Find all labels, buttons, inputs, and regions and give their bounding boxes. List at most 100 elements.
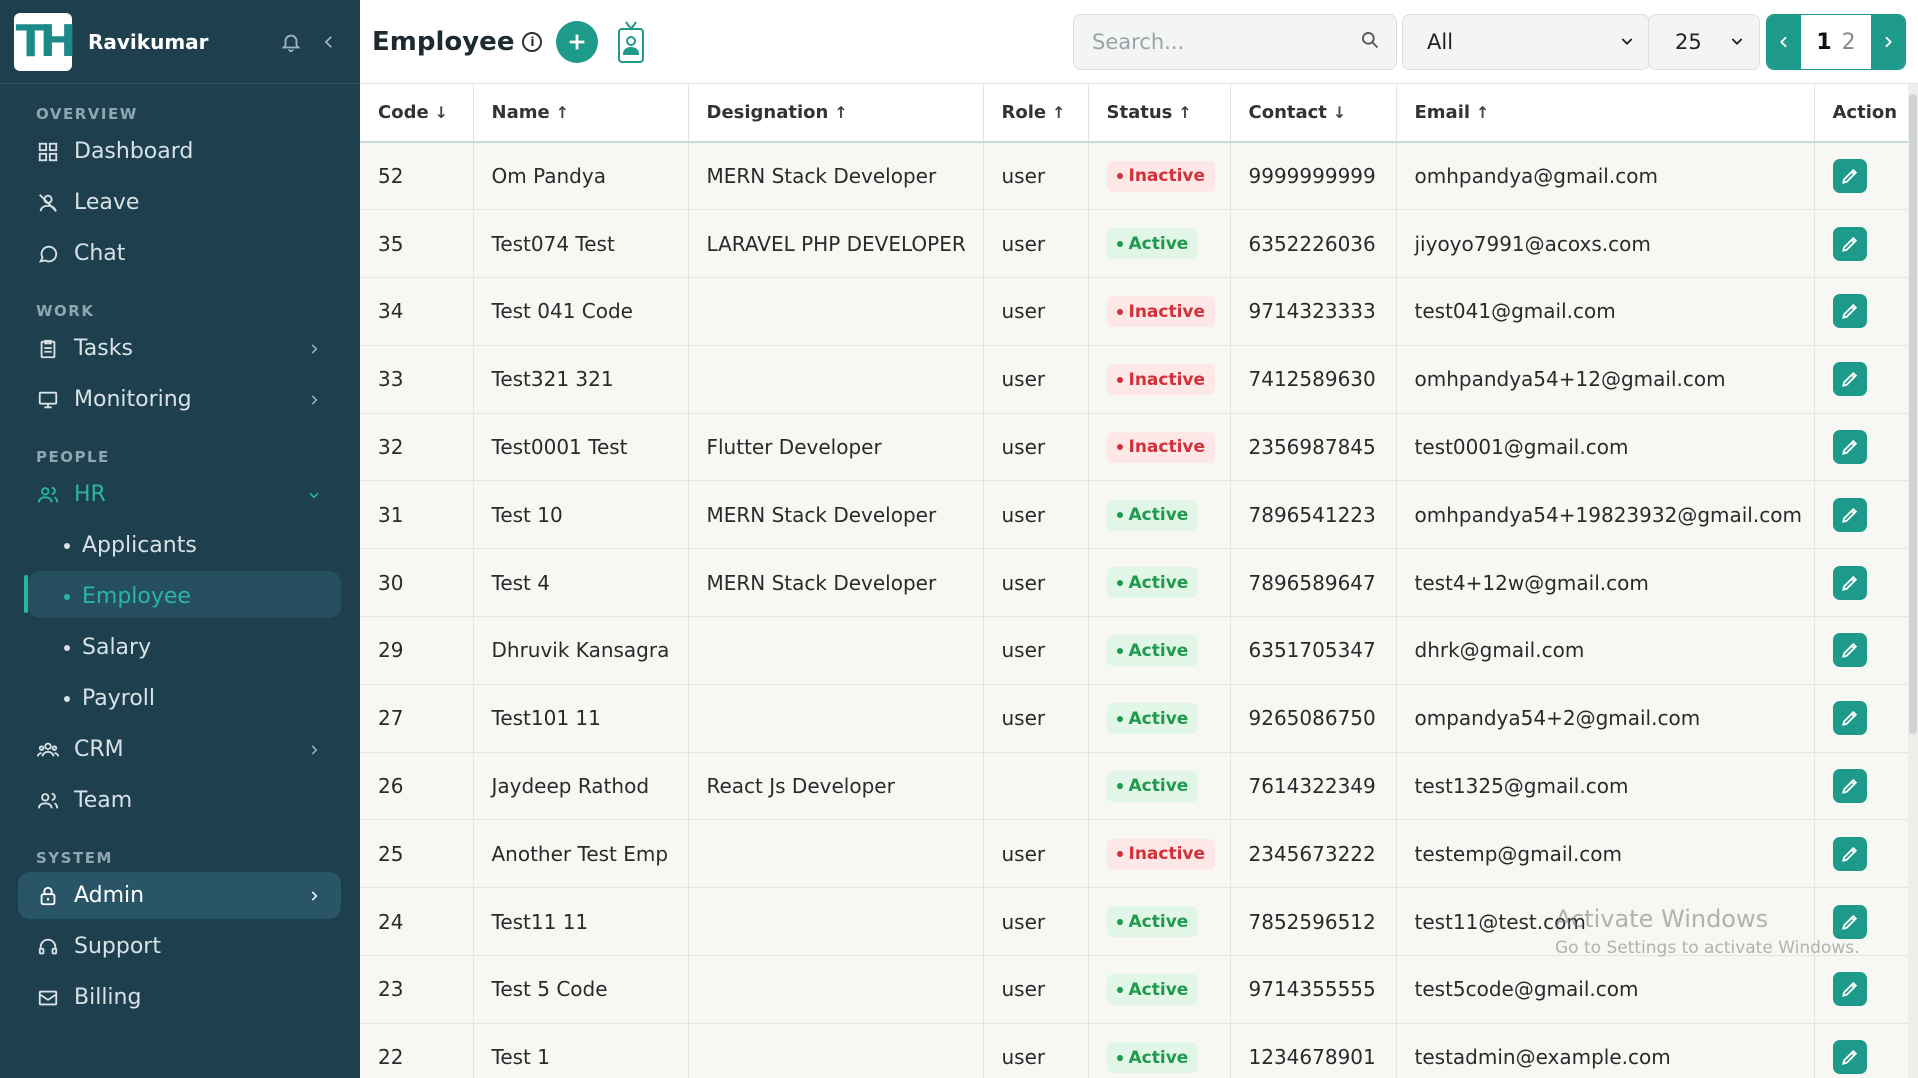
table-row[interactable]: 27 Test101 11 user Active 9265086750 ompandya… bbox=[360, 684, 1908, 753]
email-text[interactable]: test041@gmail.com bbox=[1415, 299, 1616, 323]
status-filter-select[interactable]: All bbox=[1402, 14, 1650, 70]
column-header-email[interactable]: Email ↑ bbox=[1396, 84, 1815, 143]
table-row[interactable]: 30 Test 4 MERN Stack Developer user Active 78… bbox=[360, 548, 1908, 618]
page-2-link[interactable]: 2 bbox=[1842, 30, 1856, 55]
sidebar-item-monitoring[interactable]: Monitoring bbox=[0, 374, 360, 425]
table-row[interactable]: 35 Test074 Test LARAVEL PHP DEVELOPER user A… bbox=[360, 209, 1908, 279]
designation-text: MERN Stack Developer bbox=[706, 570, 937, 595]
bell-icon[interactable] bbox=[274, 25, 308, 59]
edit-button[interactable] bbox=[1832, 1040, 1867, 1075]
edit-button[interactable] bbox=[1832, 497, 1867, 532]
edit-button[interactable] bbox=[1832, 565, 1867, 600]
search-input[interactable] bbox=[1092, 30, 1360, 54]
sort-arrow-icon[interactable]: ↓ bbox=[435, 103, 448, 122]
table-row[interactable]: 29 Dhruvik Kansagra user Active 6351705347 dh… bbox=[360, 616, 1908, 685]
email-text[interactable]: omhpandya@gmail.com bbox=[1415, 164, 1658, 188]
cell-email: test5code@gmail.com bbox=[1396, 955, 1815, 1024]
sort-arrow-icon[interactable]: ↑ bbox=[1476, 103, 1489, 122]
sort-arrow-icon[interactable]: ↑ bbox=[556, 103, 569, 122]
sidebar-item-tasks[interactable]: Tasks bbox=[0, 323, 360, 374]
next-page-button[interactable] bbox=[1871, 15, 1905, 69]
cell-role: user bbox=[983, 142, 1089, 211]
cell-name: Test 10 bbox=[473, 480, 689, 550]
sidebar-item-label: Admin bbox=[74, 883, 145, 908]
info-icon[interactable]: i bbox=[522, 31, 543, 52]
sidebar-item-crm[interactable]: CRM bbox=[0, 724, 360, 775]
sidebar-item-support[interactable]: Support bbox=[0, 921, 360, 972]
cell-action bbox=[1814, 345, 1908, 414]
sidebar-subitem-employee[interactable]: Employee bbox=[0, 571, 360, 622]
scrollbar-thumb[interactable] bbox=[1909, 94, 1917, 734]
email-text[interactable]: jiyoyo7991@acoxs.com bbox=[1415, 232, 1651, 256]
column-header-status[interactable]: Status ↑ bbox=[1088, 84, 1231, 143]
table-row[interactable]: 23 Test 5 Code user Active 9714355555 test5co… bbox=[360, 955, 1908, 1024]
column-header-code[interactable]: Code ↓ bbox=[360, 84, 474, 143]
email-text[interactable]: testadmin@example.com bbox=[1415, 1045, 1671, 1069]
edit-button[interactable] bbox=[1832, 362, 1867, 397]
bullet-icon bbox=[64, 542, 70, 549]
email-text[interactable]: test4+12w@gmail.com bbox=[1415, 571, 1649, 595]
table-row[interactable]: 34 Test 041 Code user Inactive 9714323333 tes… bbox=[360, 277, 1908, 346]
table-row[interactable]: 32 Test0001 Test Flutter Developer user Inac… bbox=[360, 413, 1908, 482]
name-text: Test 4 bbox=[491, 570, 550, 595]
pencil-icon bbox=[1841, 643, 1857, 659]
email-text[interactable]: test1325@gmail.com bbox=[1415, 774, 1629, 798]
contact-text: 9999999999 bbox=[1248, 164, 1376, 189]
sort-arrow-icon[interactable]: ↑ bbox=[1052, 103, 1065, 122]
sort-arrow-icon[interactable]: ↑ bbox=[1178, 103, 1191, 122]
edit-button[interactable] bbox=[1832, 972, 1867, 1007]
table-row[interactable]: 33 Test321 321 user Inactive 7412589630 omhpa… bbox=[360, 345, 1908, 414]
sidebar-item-dashboard[interactable]: Dashboard bbox=[0, 126, 360, 177]
table-row[interactable]: 25 Another Test Emp user Inactive 2345673222… bbox=[360, 819, 1908, 889]
cell-name: Test321 321 bbox=[473, 345, 689, 414]
sidebar-item-billing[interactable]: Billing bbox=[0, 972, 360, 1023]
table-row[interactable]: 26 Jaydeep Rathod React Js Developer Active… bbox=[360, 752, 1908, 821]
search-icon[interactable] bbox=[1360, 30, 1380, 54]
email-text[interactable]: omhpandya54+12@gmail.com bbox=[1415, 367, 1726, 391]
edit-button[interactable] bbox=[1832, 904, 1867, 939]
current-page[interactable]: 1 bbox=[1816, 30, 1831, 55]
sidebar-item-label: CRM bbox=[74, 737, 124, 762]
table-row[interactable]: 52 Om Pandya MERN Stack Developer user Inact… bbox=[360, 142, 1908, 211]
add-employee-button[interactable] bbox=[556, 20, 599, 63]
edit-button[interactable] bbox=[1832, 294, 1867, 329]
email-text[interactable]: ompandya54+2@gmail.com bbox=[1415, 706, 1701, 730]
code-text: 52 bbox=[378, 164, 404, 189]
sidebar-item-chat[interactable]: Chat bbox=[0, 228, 360, 279]
edit-button[interactable] bbox=[1832, 430, 1867, 465]
column-header-action[interactable]: Action bbox=[1814, 84, 1908, 143]
edit-button[interactable] bbox=[1832, 159, 1867, 194]
email-text[interactable]: test0001@gmail.com bbox=[1415, 435, 1629, 459]
edit-button[interactable] bbox=[1832, 836, 1867, 871]
app-logo[interactable]: TH bbox=[14, 12, 76, 71]
email-text[interactable]: test5code@gmail.com bbox=[1415, 977, 1639, 1001]
prev-page-button[interactable] bbox=[1767, 15, 1801, 69]
table-row[interactable]: 31 Test 10 MERN Stack Developer user Active 7… bbox=[360, 480, 1908, 550]
id-card-icon[interactable] bbox=[614, 20, 648, 64]
edit-button[interactable] bbox=[1832, 769, 1867, 804]
email-text[interactable]: testemp@gmail.com bbox=[1415, 842, 1623, 866]
sidebar-subitem-applicants[interactable]: Applicants bbox=[0, 520, 360, 571]
cell-designation bbox=[688, 955, 984, 1024]
page-size-select[interactable]: 25 bbox=[1648, 14, 1760, 70]
email-text[interactable]: dhrk@gmail.com bbox=[1415, 638, 1585, 662]
sort-arrow-icon[interactable]: ↑ bbox=[834, 103, 847, 122]
sidebar-item-team[interactable]: Team bbox=[0, 775, 360, 826]
edit-button[interactable] bbox=[1832, 226, 1867, 261]
column-header-designation[interactable]: Designation ↑ bbox=[688, 84, 984, 143]
sort-arrow-icon[interactable]: ↓ bbox=[1333, 103, 1346, 122]
collapse-sidebar-icon[interactable] bbox=[312, 25, 346, 59]
sidebar-subitem-payroll[interactable]: Payroll bbox=[0, 673, 360, 724]
column-header-role[interactable]: Role ↑ bbox=[983, 84, 1089, 143]
sidebar-item-hr[interactable]: HR bbox=[0, 469, 360, 520]
email-text[interactable]: omhpandya54+19823932@gmail.com bbox=[1415, 503, 1802, 527]
edit-button[interactable] bbox=[1832, 633, 1867, 668]
sidebar-subitem-salary[interactable]: Salary bbox=[0, 622, 360, 673]
table-row[interactable]: 22 Test 1 user Active 1234678901 testadmin@ex… bbox=[360, 1023, 1908, 1078]
edit-button[interactable] bbox=[1832, 701, 1867, 736]
sidebar-item-admin[interactable]: Admin bbox=[0, 870, 360, 921]
column-header-name[interactable]: Name ↑ bbox=[473, 84, 689, 143]
column-header-contact[interactable]: Contact ↓ bbox=[1230, 84, 1397, 143]
sidebar-item-leave[interactable]: Leave bbox=[0, 177, 360, 228]
vertical-scrollbar[interactable] bbox=[1908, 84, 1918, 1078]
